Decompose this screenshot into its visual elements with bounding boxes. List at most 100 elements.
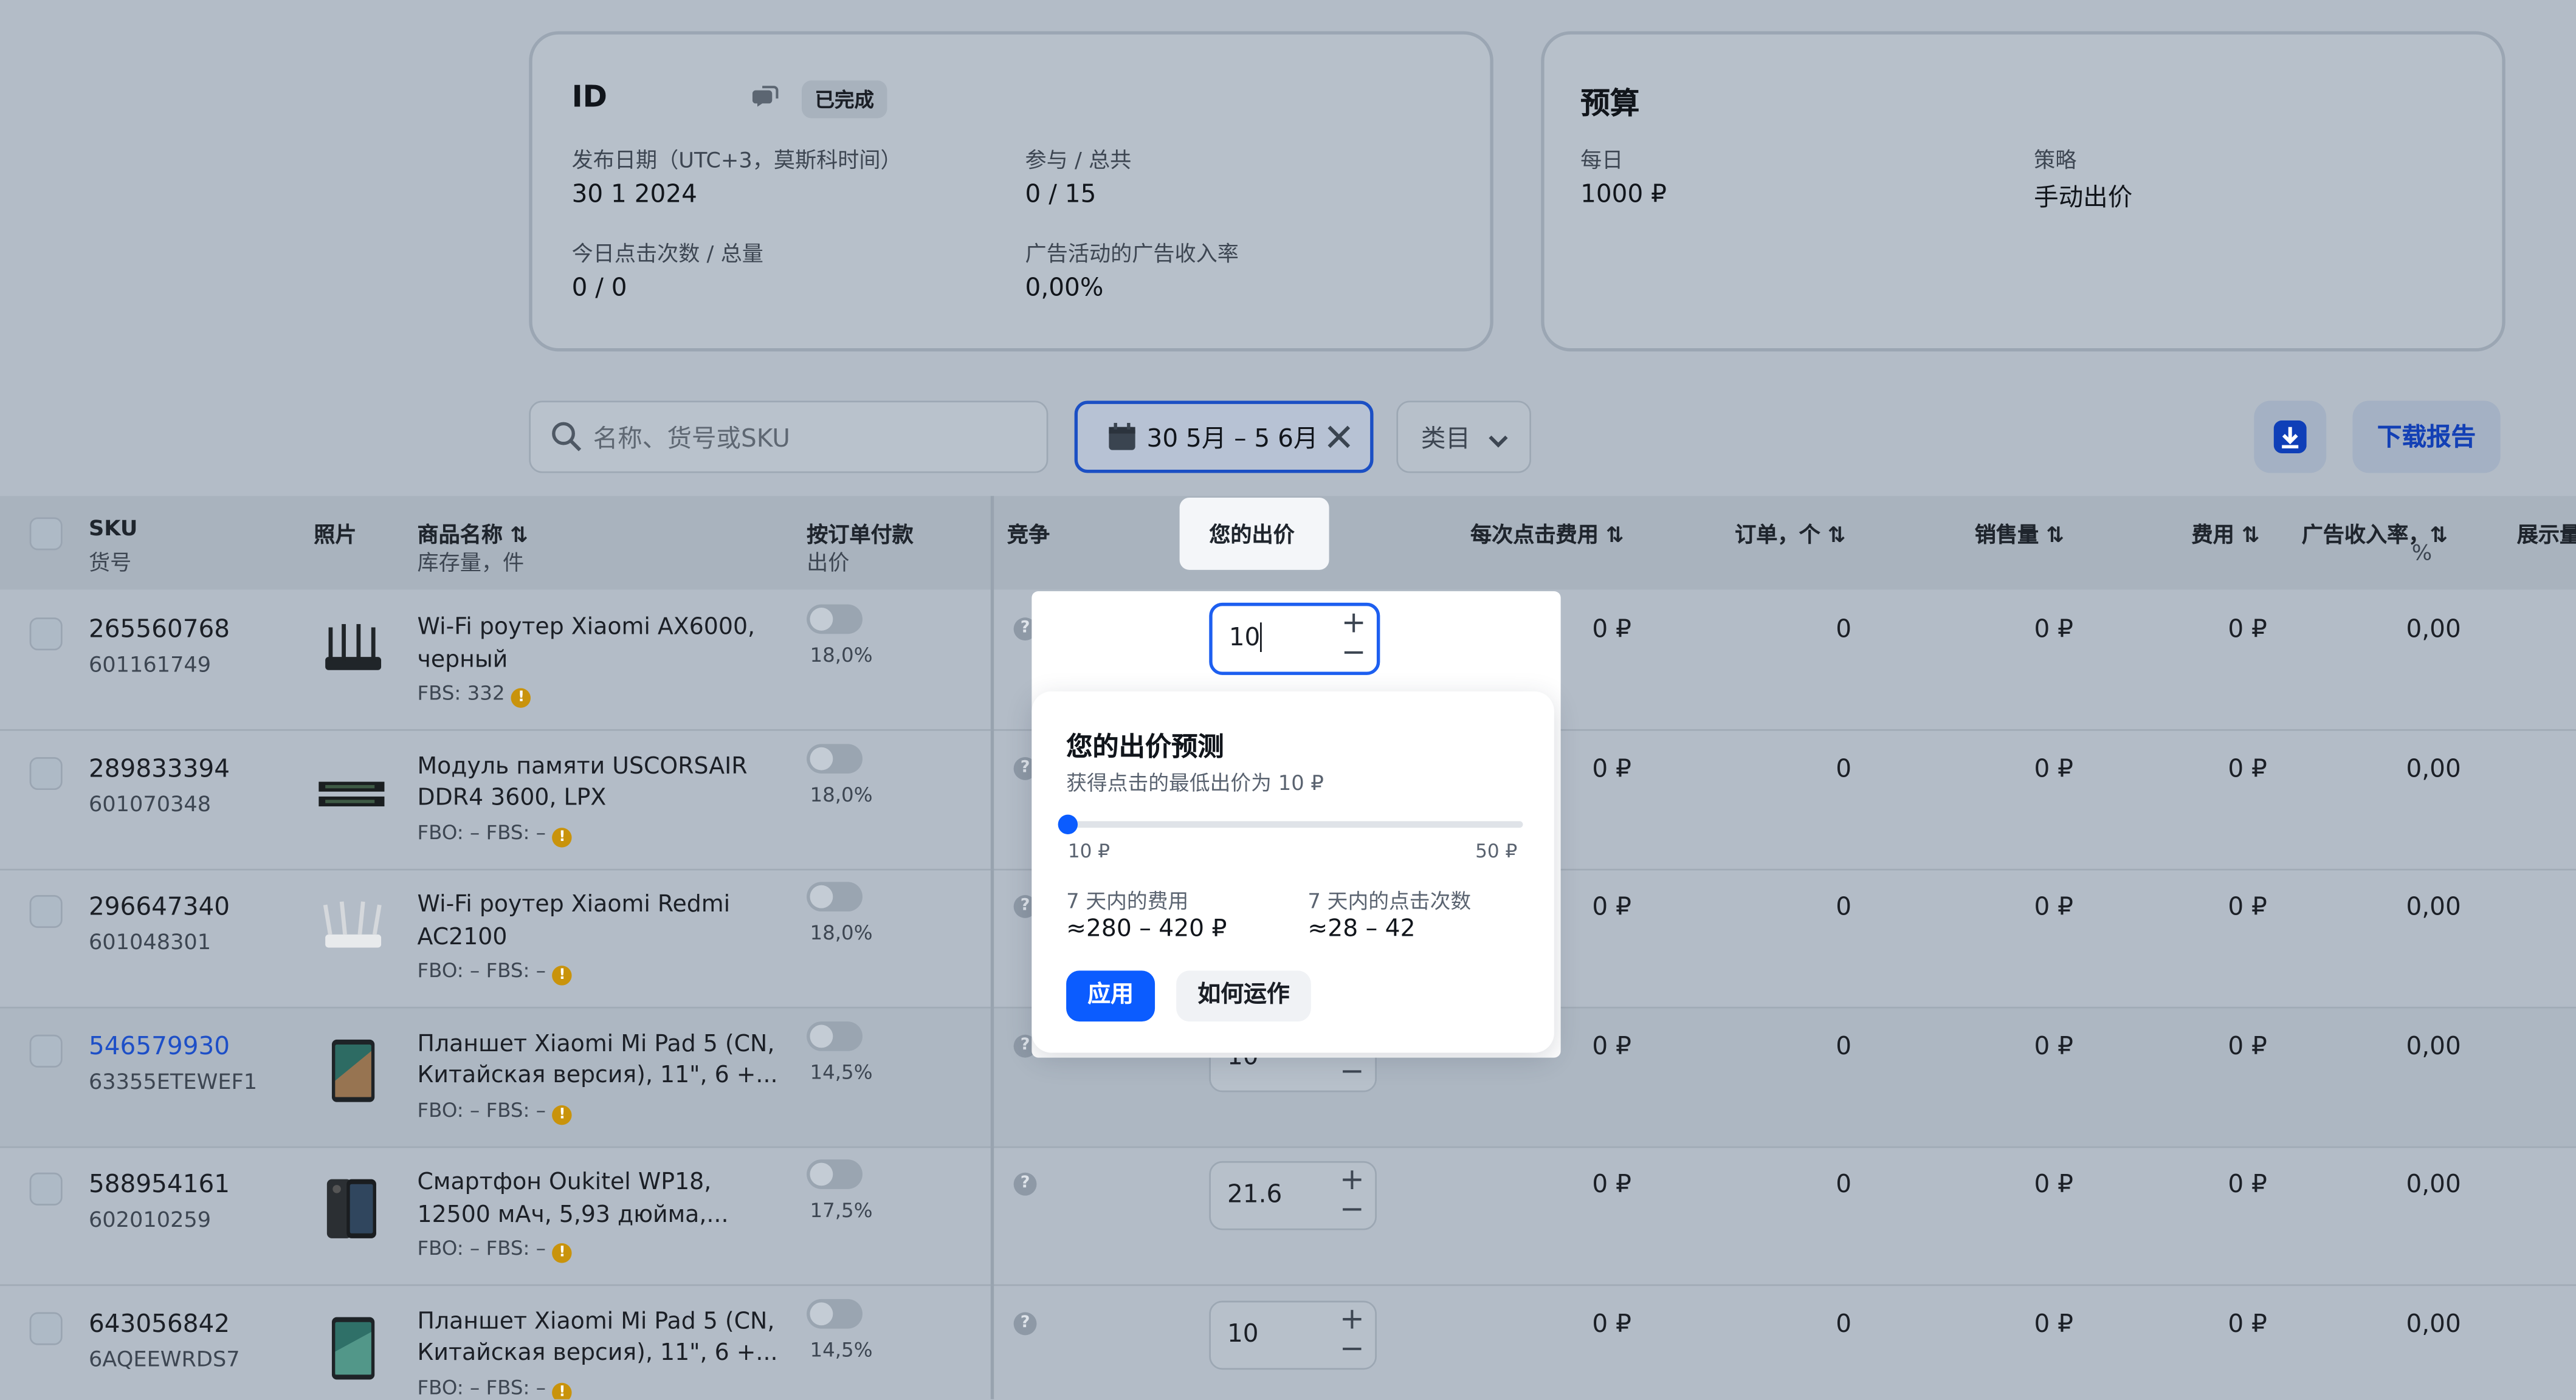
header-name-sub: 库存量，件	[417, 552, 525, 577]
bid-input[interactable]: 21.6 + −	[1209, 1161, 1377, 1230]
pay-per-order-toggle[interactable]	[807, 1159, 863, 1189]
clear-date-icon[interactable]	[1324, 422, 1354, 458]
cpc-value: 0 ₽	[1592, 614, 1631, 644]
header-your-bid-tab[interactable]: 您的出价	[1179, 497, 1329, 570]
cpc-value: 0 ₽	[1592, 891, 1631, 922]
pay-per-order-rate: 18,0%	[810, 921, 873, 945]
header-sales[interactable]: 销售量 ⇅	[1975, 517, 2064, 549]
header-cost[interactable]: 费用 ⇅	[2192, 517, 2260, 549]
orders-value: 0	[1836, 1308, 1852, 1338]
orders-value: 0	[1836, 753, 1852, 783]
download-icon-button[interactable]	[2254, 400, 2327, 473]
how-it-works-button[interactable]: 如何运作	[1176, 970, 1311, 1022]
plus-icon[interactable]: +	[1339, 1165, 1365, 1196]
column-divider	[990, 496, 994, 1399]
row-checkbox[interactable]	[29, 1311, 63, 1345]
orders-value: 0	[1836, 1031, 1852, 1060]
cpc-value: 0 ₽	[1592, 1169, 1631, 1199]
header-cpc[interactable]: 每次点击费用 ⇅	[1470, 517, 1624, 549]
cost-forecast-label: 7 天内的费用	[1066, 888, 1189, 913]
product-name: Смартфон Oukitel WP18, 12500 мАч, 5,93 д…	[417, 1169, 729, 1228]
budget-title: 预算	[1580, 87, 1640, 122]
row-sku: 296647340	[88, 891, 230, 922]
pay-per-order-toggle[interactable]	[807, 1298, 863, 1328]
minus-icon[interactable]: −	[1339, 1195, 1365, 1226]
bid-input-active[interactable]: 10 + −	[1209, 602, 1380, 675]
orders-value: 0	[1836, 614, 1852, 644]
bid-slider[interactable]	[1058, 813, 1523, 836]
stock-info: FBO: – FBS: –!	[417, 1097, 573, 1125]
popover-subtitle: 获得点击的最低出价为 10 ₽	[1066, 770, 1324, 795]
stock-text: FBO: – FBS: –	[417, 1237, 546, 1260]
cost-value: 0 ₽	[2228, 1169, 2267, 1199]
warning-icon: !	[511, 688, 531, 708]
table-row[interactable]: 588954161 602010259 Смартфон Oukitel WP18,…	[0, 1147, 2576, 1286]
competition-help-icon[interactable]: ?	[1013, 1311, 1037, 1335]
product-photo	[312, 892, 391, 971]
row-article: 601161749	[88, 653, 212, 679]
date-range-filter[interactable]: 30 5月 – 5 6月	[1074, 400, 1374, 473]
minus-icon[interactable]: −	[1339, 1056, 1365, 1086]
pay-per-order-toggle[interactable]	[807, 1020, 863, 1051]
strategy-value: 手动出价	[2034, 182, 2133, 212]
pay-per-order-rate: 18,0%	[810, 643, 873, 667]
bid-input[interactable]: 10 +−	[1209, 1300, 1377, 1369]
cost-value: 0 ₽	[2228, 891, 2267, 922]
pay-per-order-rate: 14,5%	[810, 1337, 873, 1361]
download-report-button[interactable]: 下载报告	[2352, 400, 2501, 473]
row-sku[interactable]: 546579930	[89, 1031, 230, 1060]
competition-help-icon[interactable]: ?	[1013, 1172, 1037, 1196]
stock-info: FBS: 332!	[418, 682, 531, 708]
pay-per-order-toggle[interactable]	[807, 882, 863, 912]
row-checkbox[interactable]	[29, 756, 63, 789]
clicks-label: 今日点击次数 / 总量	[571, 243, 763, 268]
bid-forecast-popover: 您的出价预测 获得点击的最低出价为 10 ₽ 10 ₽ 50 ₽ 7 天内的费用…	[1031, 691, 1554, 1053]
row-sku: 643056842	[88, 1308, 230, 1338]
pay-per-order-toggle[interactable]	[807, 743, 863, 773]
category-filter[interactable]: 类目	[1396, 400, 1532, 473]
apply-button[interactable]: 应用	[1066, 970, 1155, 1022]
product-photo	[312, 1031, 391, 1110]
header-pay-per-order-sub: 出价	[807, 552, 850, 577]
search-input[interactable]: 名称、货号或SKU	[529, 400, 1049, 473]
header-sku: SKU	[88, 517, 138, 542]
plus-icon[interactable]: +	[1339, 1304, 1365, 1334]
campaign-id-label: ID	[571, 80, 608, 115]
slider-track	[1066, 821, 1523, 828]
clicks-value: 0 / 0	[571, 272, 627, 303]
product-name: Wi-Fi роутер Xiaomi Redmi AC2100	[417, 891, 731, 950]
row-article: 63355ETEWEF1	[88, 1069, 258, 1095]
minus-icon[interactable]: −	[1339, 1334, 1365, 1364]
minus-icon[interactable]: −	[1340, 638, 1366, 668]
stock-text: FBO: – FBS: –	[417, 1097, 546, 1121]
row-article: 601070348	[88, 792, 212, 817]
search-placeholder: 名称、货号或SKU	[593, 424, 790, 453]
row-checkbox[interactable]	[29, 1172, 63, 1206]
header-impressions[interactable]: 展示量	[2517, 517, 2576, 549]
sales-value: 0 ₽	[2034, 891, 2073, 922]
daily-label: 每日	[1580, 149, 1624, 174]
campaign-info-card: ID 已完成 发布日期（UTC+3，莫斯科时间） 30 1 2024 参与 / …	[529, 31, 1493, 352]
plus-icon[interactable]: +	[1340, 608, 1366, 639]
bid-value: 21.6	[1227, 1179, 1283, 1209]
row-checkbox[interactable]	[29, 617, 63, 651]
ad-revenue-rate-value: 0,00	[2406, 1169, 2461, 1199]
pay-per-order-toggle[interactable]	[807, 604, 863, 634]
chat-icon[interactable]	[752, 86, 779, 112]
cpc-value: 0 ₽	[1592, 753, 1631, 783]
slider-thumb[interactable]	[1058, 814, 1078, 835]
product-name: Модуль памяти USCORSAIR DDR4 3600, LPX	[417, 753, 748, 812]
header-competition: 竞争	[1007, 524, 1050, 549]
category-label: 类目	[1421, 424, 1471, 453]
header-your-bid: 您的出价	[1209, 524, 1295, 549]
warning-icon: !	[552, 1243, 573, 1263]
warning-icon: !	[552, 826, 573, 847]
ad-revenue-rate-value: 0,00	[2406, 1308, 2461, 1338]
row-checkbox[interactable]	[29, 1034, 63, 1067]
row-checkbox[interactable]	[29, 895, 63, 928]
table-row[interactable]: 643056842 6AQEEWRDS7 Планшет Xiaomi Mi Pad…	[0, 1285, 2576, 1399]
product-name: Планшет Xiaomi Mi Pad 5 (CN, Китайская в…	[417, 1308, 778, 1367]
header-orders[interactable]: 订单，个 ⇅	[1735, 517, 1845, 549]
header-name[interactable]: 商品名称 ⇅	[418, 517, 528, 549]
select-all-checkbox[interactable]	[29, 517, 63, 551]
